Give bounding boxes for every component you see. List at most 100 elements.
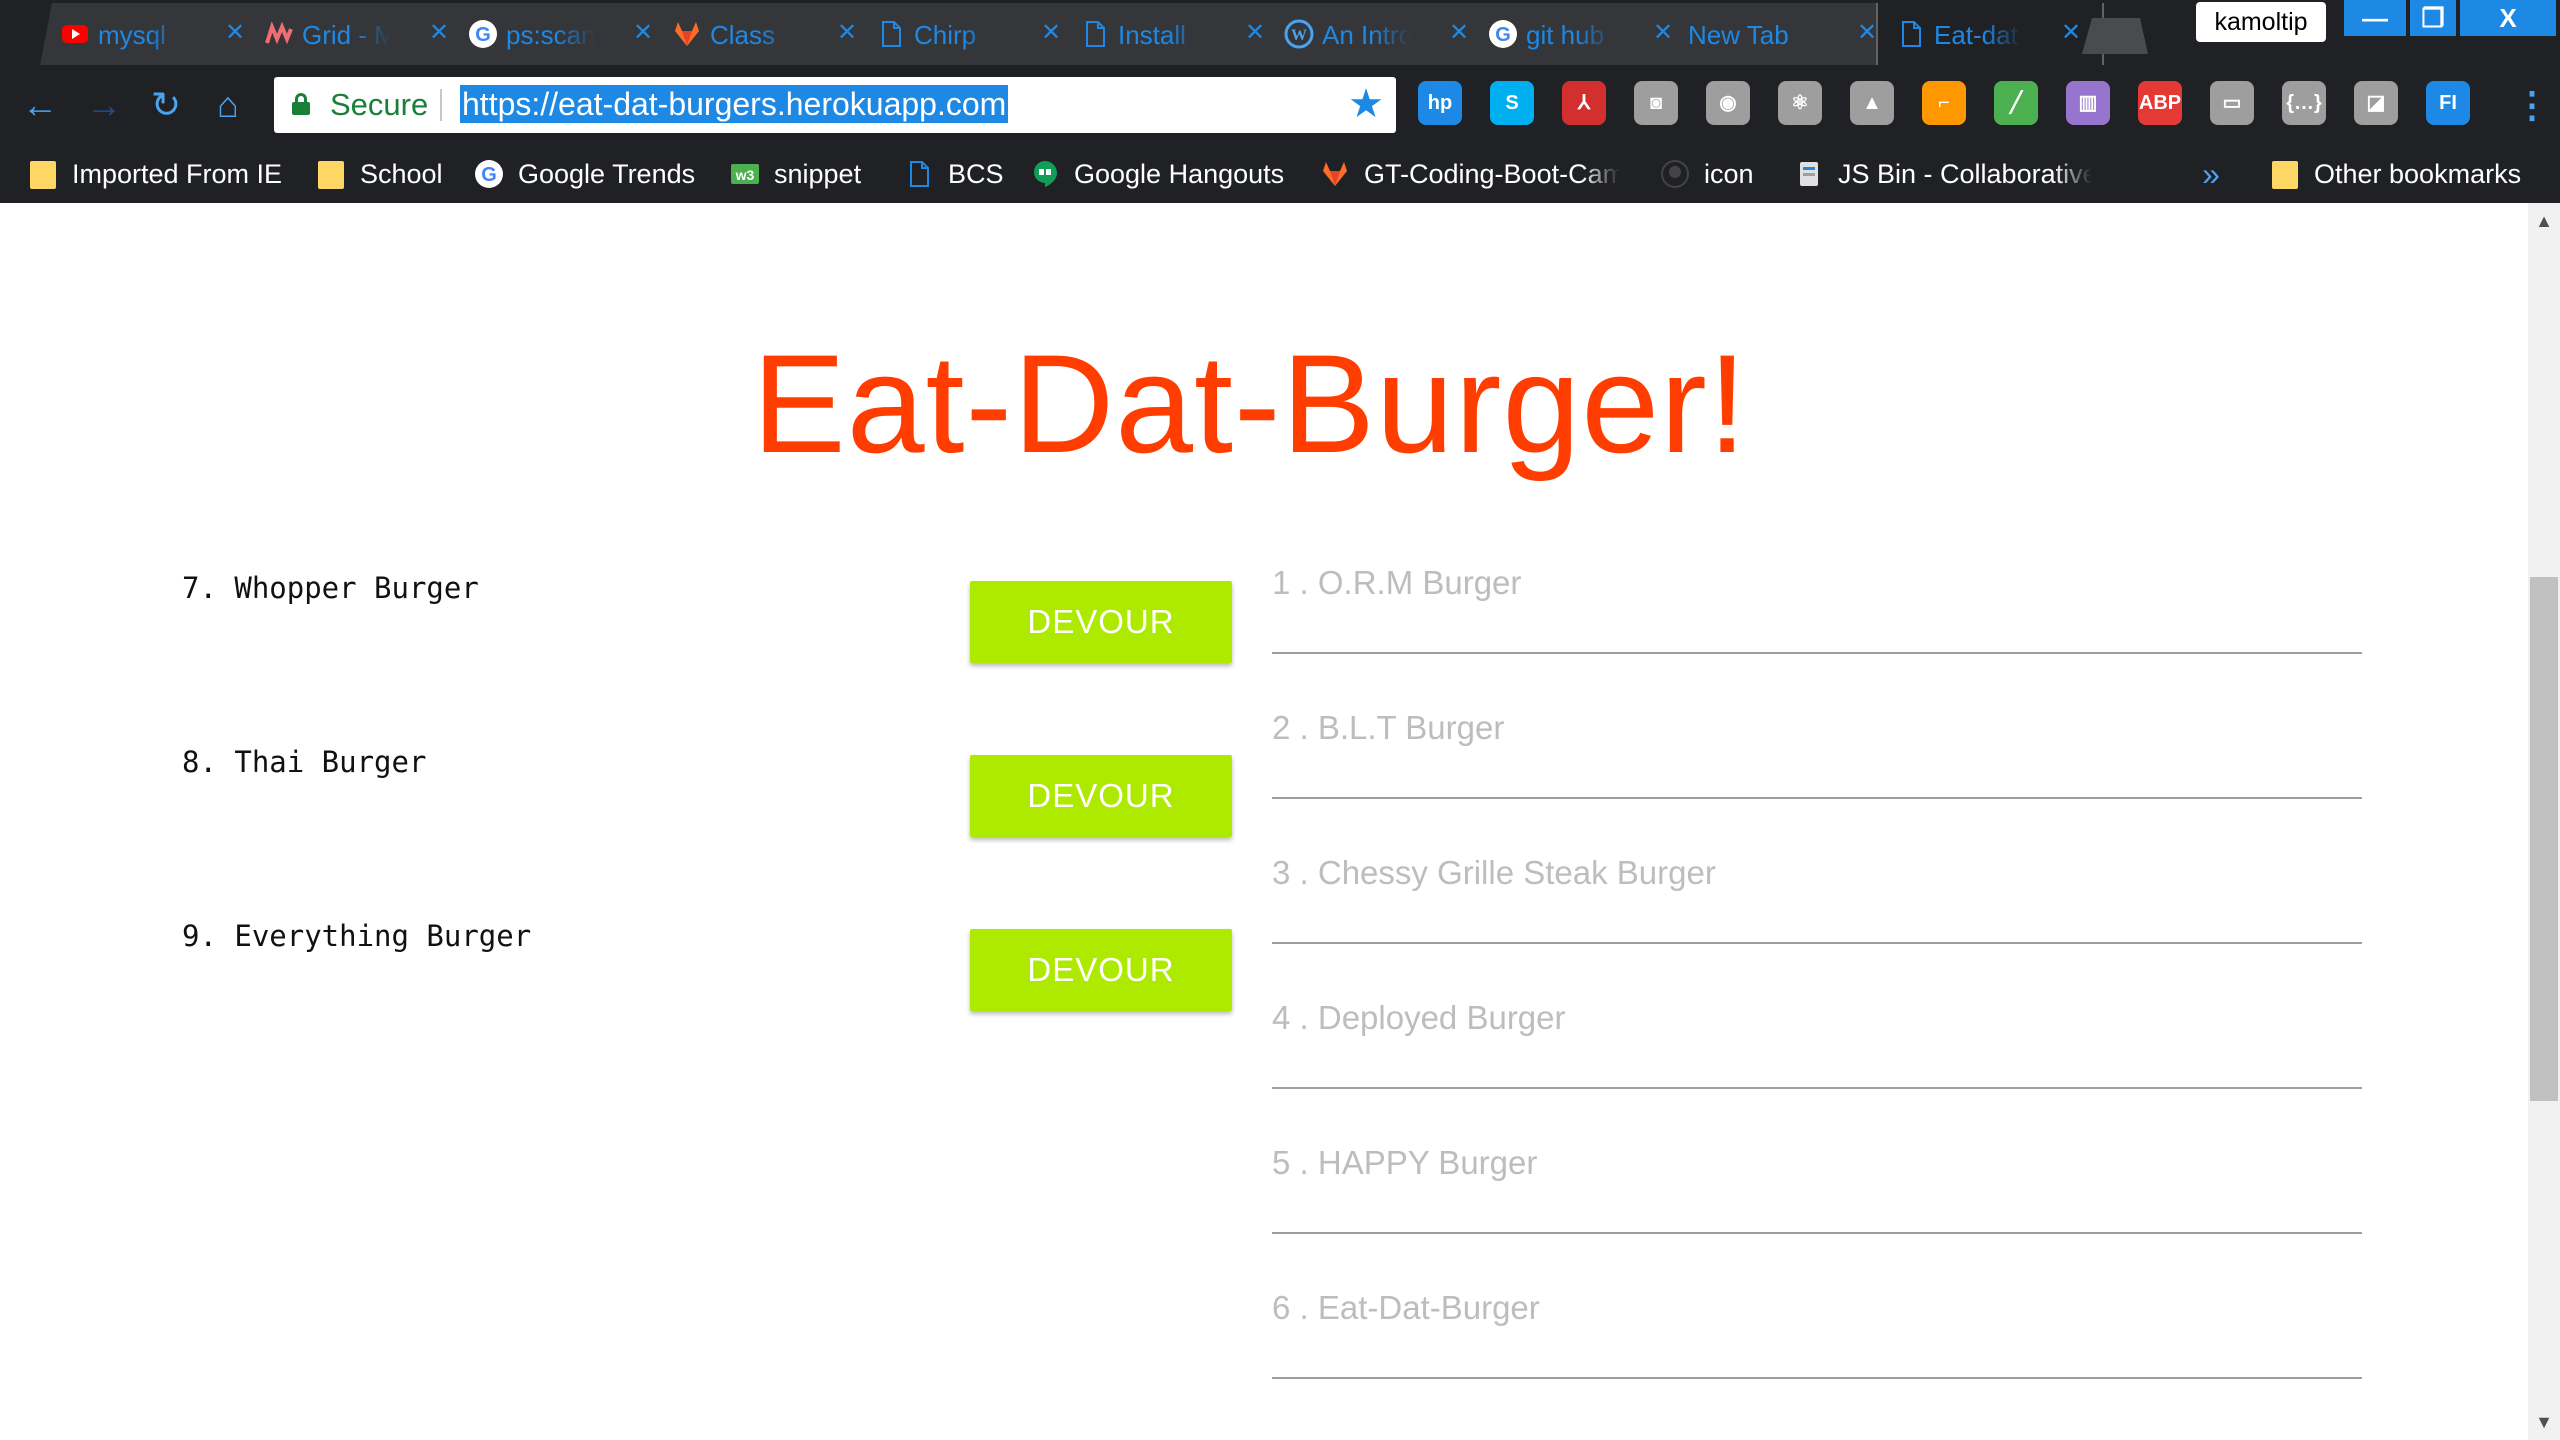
other-bookmarks[interactable]: Other bookmarks (2270, 145, 2521, 203)
tab-grid[interactable]: Grid - Materialize ✕ (244, 3, 472, 65)
bookmark-gt-coding-boot-camp[interactable]: GT-Coding-Boot-Cam (1320, 145, 1620, 203)
adblock-icon[interactable]: ABP (2138, 81, 2182, 125)
capture-icon[interactable]: ▭ (2210, 81, 2254, 125)
bookmarks-overflow-icon[interactable]: » (2196, 149, 2226, 199)
devoured-item-label: 1 . O.R.M Burger (1272, 564, 1522, 601)
pdf-icon[interactable]: ⅄ (1562, 81, 1606, 125)
bookmark-google-hangouts[interactable]: Google Hangouts (1030, 145, 1284, 203)
profile-button[interactable]: kamoltip (2196, 2, 2326, 42)
back-button[interactable]: ← (20, 85, 60, 125)
folder-icon (2270, 159, 2300, 189)
youtube-icon (62, 25, 88, 43)
tab-git-hub[interactable]: G git hub ✕ (1468, 3, 1696, 65)
google-icon: G (1489, 20, 1517, 48)
tab-chirp[interactable]: Chirp ✕ (856, 3, 1084, 65)
burger-item: 9. Everything Burger (182, 919, 532, 953)
tab-install[interactable]: Install ✕ (1060, 3, 1288, 65)
tab-an-intro[interactable]: W An Intro ✕ (1264, 3, 1492, 65)
devoured-item-label: 4 . Deployed Burger (1272, 999, 1566, 1036)
secure-label: Secure (330, 87, 429, 122)
bookmark-label: JS Bin - Collaborative (1838, 158, 2092, 189)
tab-new-tab[interactable]: New Tab ✕ (1672, 3, 1900, 65)
tab-class[interactable]: Class ✕ (652, 3, 880, 65)
bookmark-imported-from-ie[interactable]: Imported From IE (28, 145, 282, 203)
google-icon: G (475, 160, 503, 188)
skype-icon[interactable]: S (1490, 81, 1534, 125)
scrollbar-thumb[interactable] (2530, 577, 2558, 1101)
tab-title: New Tab (1688, 20, 1789, 50)
bookmark-snippet[interactable]: w3 snippet (730, 145, 861, 203)
bookmark-label: Other bookmarks (2314, 158, 2522, 189)
scroll-up-arrow-icon[interactable]: ▲ (2528, 207, 2560, 235)
tab-mysql[interactable]: mysql ✕ (40, 3, 268, 65)
page-scrollbar[interactable]: ▲ ▼ (2528, 203, 2560, 1440)
bookmark-label: Google Trends (518, 158, 696, 189)
folder-icon (28, 159, 58, 189)
tab-title: Eat-dat (1934, 20, 2018, 50)
svg-text:G: G (1495, 24, 1511, 46)
bookmark-google-trends[interactable]: G Google Trends (474, 145, 695, 203)
jsbin-icon (1800, 162, 1818, 186)
bookmark-star-icon[interactable]: ★ (1344, 82, 1388, 126)
drive-icon[interactable]: ▲ (1850, 81, 1894, 125)
tab-close-icon[interactable]: ✕ (2056, 18, 2086, 48)
devour-button[interactable]: DEVOUR (970, 581, 1232, 663)
react-icon[interactable]: ⚛ (1778, 81, 1822, 125)
restore-button[interactable]: ❐ (2410, 0, 2456, 36)
hangouts-icon (1034, 161, 1057, 187)
document-icon (910, 161, 929, 187)
bookmark-label: icon (1704, 158, 1754, 189)
ruler-icon[interactable]: ⌐ (1922, 81, 1966, 125)
svg-text:w3: w3 (735, 167, 755, 183)
new-tab-button[interactable] (2082, 18, 2148, 54)
document-icon (1902, 21, 1921, 47)
gitlab-icon (675, 22, 699, 46)
wordpress-icon: W (1284, 19, 1314, 49)
eye-icon[interactable]: ◉ (1706, 81, 1750, 125)
devoured-item-label: 5 . HAPPY Burger (1272, 1144, 1538, 1181)
devour-button[interactable]: DEVOUR (970, 755, 1232, 837)
chrome-menu-icon[interactable]: ⋮ (2514, 83, 2550, 127)
url-text[interactable]: https://eat-dat-burgers.herokuapp.com (460, 85, 1009, 123)
devoured-item: 2 . B.L.T Burger (1272, 709, 2362, 799)
hp-icon[interactable]: hp (1418, 81, 1462, 125)
grid-icon[interactable]: ▥ (2066, 81, 2110, 125)
bookmark-js-bin[interactable]: JS Bin - Collaborative (1794, 145, 2092, 203)
minimize-button[interactable]: — (2344, 0, 2406, 36)
devoured-item-label: 3 . Chessy Grille Steak Burger (1272, 854, 1716, 891)
w3-icon: w3 (731, 164, 759, 184)
devoured-item: 3 . Chessy Grille Steak Burger (1272, 854, 2362, 944)
scroll-down-arrow-icon[interactable]: ▼ (2528, 1408, 2560, 1436)
svg-text:W: W (1291, 27, 1307, 44)
screenshot-icon[interactable]: ◙ (1634, 81, 1678, 125)
bookmark-label: Imported From IE (72, 158, 283, 189)
fi-icon[interactable]: FI (2426, 81, 2470, 125)
web-page: Eat-Dat-Burger! 7. Whopper Burger DEVOUR… (0, 203, 2528, 1440)
tab-title: git hub (1526, 20, 1605, 50)
window-icon[interactable]: ◪ (2354, 81, 2398, 125)
json-icon[interactable]: {…} (2282, 81, 2326, 125)
devoured-item: 6 . Eat-Dat-Burger (1272, 1289, 2362, 1379)
tab-eat-dat-active[interactable]: Eat-dat ✕ (1876, 3, 2104, 65)
folder-icon (316, 159, 346, 189)
devoured-item: 4 . Deployed Burger (1272, 999, 2362, 1089)
close-window-button[interactable]: X (2460, 0, 2556, 36)
tab-title: mysql (98, 20, 166, 50)
address-bar[interactable]: Secure https://eat-dat-burgers.herokuapp… (274, 77, 1396, 133)
bookmark-school[interactable]: School (316, 145, 443, 203)
pen-icon[interactable]: ╱ (1994, 81, 2038, 125)
bookmark-label: snippet (774, 158, 862, 189)
bookmark-icon[interactable]: icon (1660, 145, 1754, 203)
home-button[interactable]: ⌂ (208, 85, 248, 125)
tab-title: Grid - Materialize (302, 20, 392, 50)
tab-ps-scan[interactable]: G ps:scan ✕ (448, 3, 676, 65)
devoured-item-label: 6 . Eat-Dat-Burger (1272, 1289, 1540, 1326)
reload-button[interactable]: ↻ (146, 85, 186, 125)
document-icon (882, 21, 901, 47)
bookmarks-bar: Imported From IE School G Google Trends … (0, 145, 2560, 203)
devour-button[interactable]: DEVOUR (970, 929, 1232, 1011)
devoured-item: 1 . O.R.M Burger (1272, 564, 2362, 654)
lock-icon (292, 93, 310, 115)
bookmark-bcs[interactable]: BCS (904, 145, 1004, 203)
forward-button[interactable]: → (84, 85, 124, 125)
